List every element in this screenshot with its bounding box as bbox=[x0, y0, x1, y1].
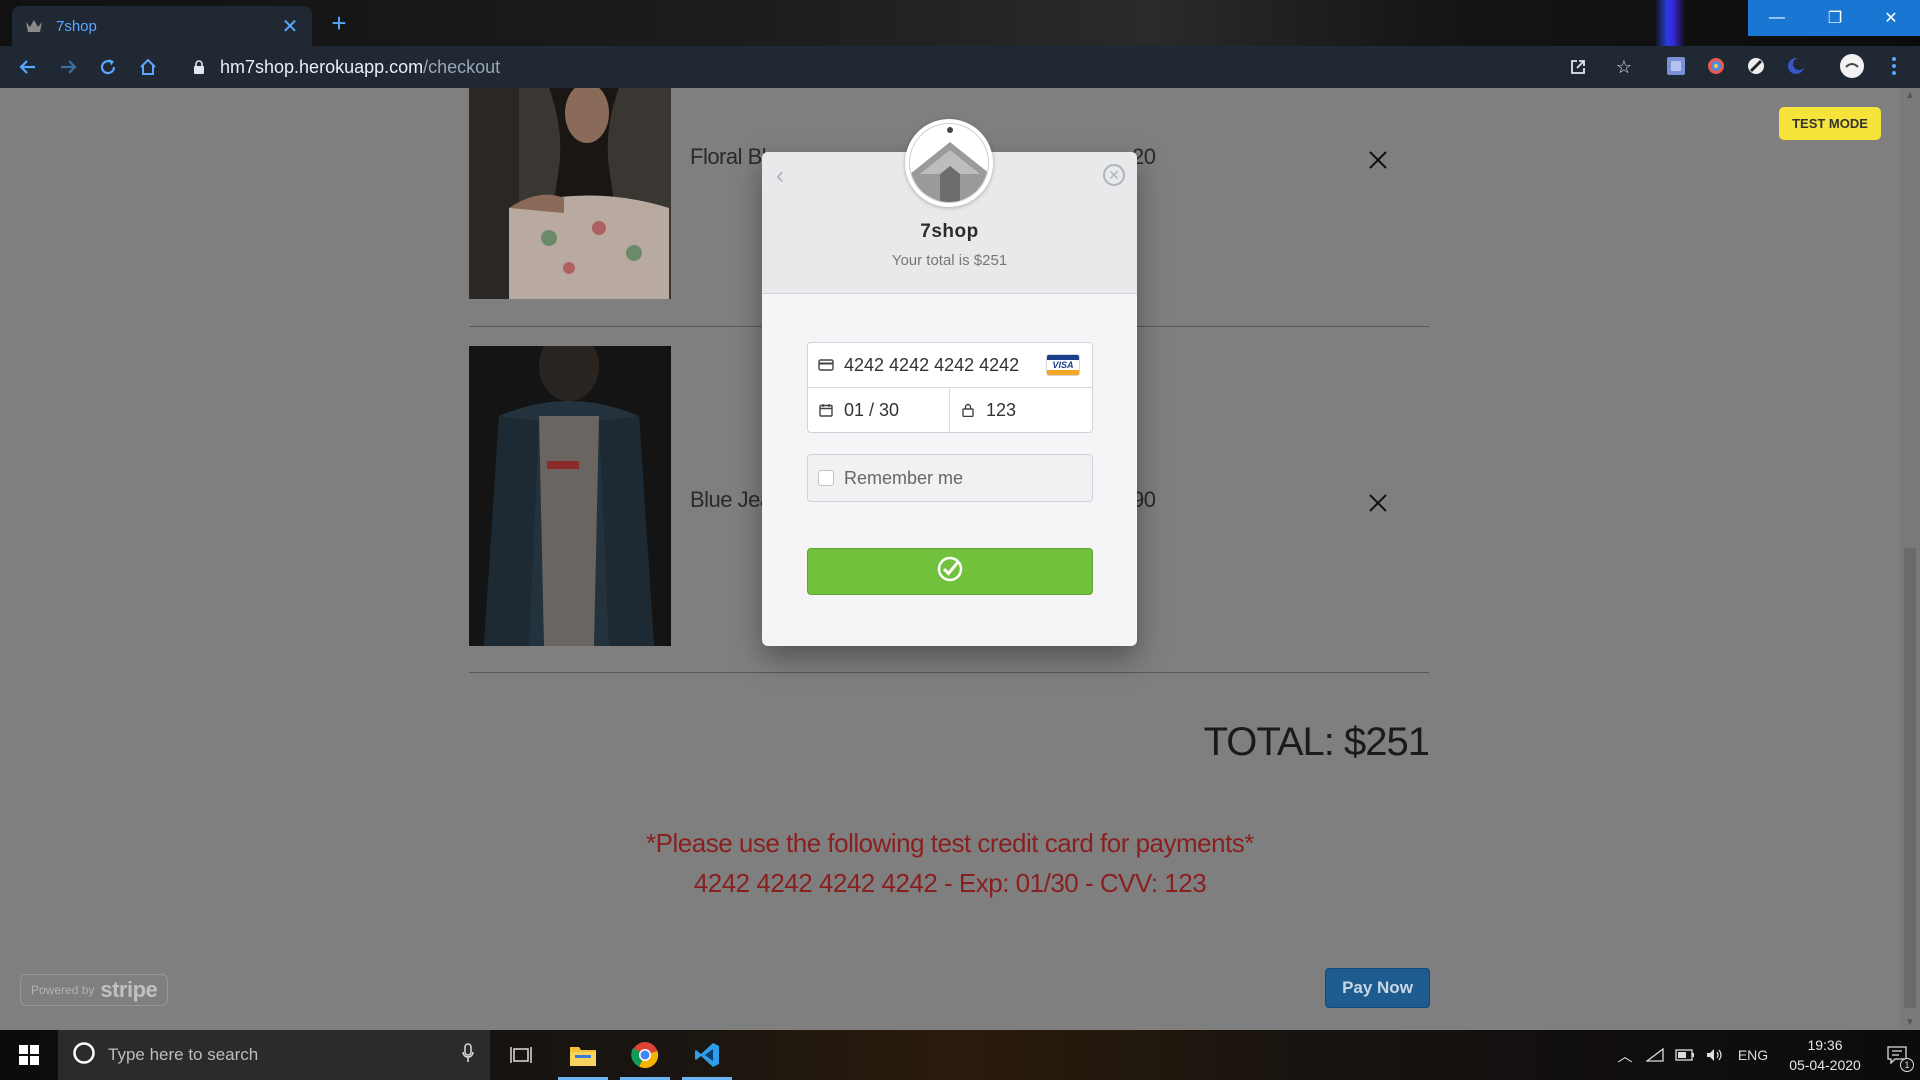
extension-colorful-icon[interactable] bbox=[1702, 52, 1730, 80]
browser-toolbar: hm7shop.herokuapp.com /checkout ☆ bbox=[0, 46, 1920, 88]
system-tray: ︿ ENG 19:36 05-04-2020 1 bbox=[1610, 1030, 1920, 1080]
taskbar-search-box[interactable]: Type here to search bbox=[58, 1030, 490, 1080]
browser-titlebar: 7shop ✕ + — ❐ ✕ bbox=[0, 0, 1920, 86]
windows-start-icon[interactable] bbox=[0, 1030, 58, 1080]
forward-arrow-icon[interactable] bbox=[48, 47, 88, 87]
close-window-button[interactable]: ✕ bbox=[1862, 0, 1920, 36]
cortana-circle-icon bbox=[72, 1041, 96, 1070]
back-chevron-icon[interactable]: ‹ bbox=[776, 162, 784, 190]
pay-now-button[interactable]: Pay Now bbox=[1325, 968, 1430, 1008]
browser-tab[interactable]: 7shop ✕ bbox=[12, 6, 312, 46]
windows-taskbar: Type here to search ︿ ENG 19:36 05-04-20… bbox=[0, 1030, 1920, 1080]
microphone-icon[interactable] bbox=[462, 1042, 474, 1068]
restore-button[interactable]: ❐ bbox=[1806, 0, 1864, 36]
test-mode-badge: TEST MODE bbox=[1779, 107, 1881, 140]
scroll-up-arrow-icon[interactable]: ▲ bbox=[1905, 90, 1915, 101]
lock-icon bbox=[192, 60, 206, 74]
extension-moon-icon[interactable] bbox=[1782, 52, 1810, 80]
submit-payment-button[interactable] bbox=[807, 548, 1093, 595]
address-bar[interactable]: hm7shop.herokuapp.com /checkout ☆ bbox=[176, 51, 1646, 83]
file-explorer-icon[interactable] bbox=[552, 1030, 614, 1080]
powered-by-stripe-badge[interactable]: Powered by stripe bbox=[20, 974, 168, 1006]
bookmark-star-icon[interactable]: ☆ bbox=[1612, 55, 1636, 79]
calendar-icon bbox=[818, 402, 834, 418]
remove-item-close-icon[interactable] bbox=[1364, 146, 1392, 174]
stripe-logo: stripe bbox=[100, 977, 158, 1002]
open-external-icon[interactable] bbox=[1566, 55, 1590, 79]
profile-avatar-icon[interactable] bbox=[1838, 52, 1866, 80]
crown-favicon-icon bbox=[24, 16, 44, 36]
total-summary: Your total is $251 bbox=[891, 252, 1008, 269]
stripe-checkout-modal: ‹ ✕ 7shop Your total is $251 4242 4242 4… bbox=[762, 119, 1137, 646]
lock-icon bbox=[960, 402, 976, 418]
expiry-field[interactable]: 01 / 30 bbox=[808, 388, 950, 432]
clock[interactable]: 19:36 05-04-2020 bbox=[1776, 1035, 1874, 1075]
browser-menu-icon[interactable] bbox=[1880, 52, 1908, 80]
remember-me-label: Remember me bbox=[844, 467, 964, 488]
reload-icon[interactable] bbox=[88, 47, 128, 87]
language-indicator[interactable]: ENG bbox=[1730, 1030, 1776, 1080]
item-divider bbox=[469, 672, 1429, 673]
notification-count-badge: 1 bbox=[1900, 1058, 1914, 1072]
visa-card-icon: VISA bbox=[1046, 354, 1080, 376]
url-host: hm7shop.herokuapp.com bbox=[220, 56, 424, 77]
card-number-field[interactable]: 4242 4242 4242 4242 VISA bbox=[808, 343, 1092, 388]
new-tab-button[interactable]: + bbox=[324, 8, 354, 38]
checkmark-icon bbox=[936, 555, 964, 588]
extension-purple-icon[interactable] bbox=[1662, 52, 1690, 80]
test-card-details: 4242 4242 4242 4242 - Exp: 01/30 - CVV: … bbox=[693, 868, 1207, 898]
task-view-icon[interactable] bbox=[490, 1030, 552, 1080]
search-placeholder: Type here to search bbox=[108, 1045, 259, 1064]
notifications-icon[interactable]: 1 bbox=[1874, 1030, 1920, 1080]
scrollbar-thumb[interactable] bbox=[1904, 548, 1916, 1008]
powered-by-label: Powered by bbox=[31, 983, 95, 997]
remember-me-option[interactable]: Remember me bbox=[807, 454, 1093, 502]
remove-item-close-icon[interactable] bbox=[1364, 489, 1392, 517]
clock-time: 19:36 bbox=[1807, 1037, 1843, 1053]
minimize-button[interactable]: — bbox=[1748, 0, 1806, 36]
product-image-floral-blouse bbox=[469, 88, 671, 299]
shop-name: 7shop bbox=[920, 221, 979, 242]
order-total: TOTAL: $251 bbox=[1203, 720, 1430, 764]
tab-title: 7shop bbox=[56, 17, 97, 35]
back-arrow-icon[interactable] bbox=[8, 47, 48, 87]
remember-me-checkbox[interactable] bbox=[818, 470, 834, 486]
vscode-icon[interactable] bbox=[676, 1030, 738, 1080]
cvc-value: 123 bbox=[986, 399, 1017, 420]
volume-icon[interactable] bbox=[1700, 1030, 1730, 1080]
show-hidden-icons-chevron-icon[interactable]: ︿ bbox=[1610, 1030, 1640, 1080]
url-path: /checkout bbox=[423, 56, 501, 77]
card-input-group: 4242 4242 4242 4242 VISA 01 / 30 123 bbox=[807, 342, 1093, 433]
page-scrollbar[interactable]: ▲ ▼ bbox=[1900, 88, 1920, 1030]
product-image-blue-jeans-jacket bbox=[469, 346, 671, 646]
tab-close-icon[interactable]: ✕ bbox=[280, 14, 300, 39]
test-card-note: *Please use the following test credit ca… bbox=[646, 828, 1254, 858]
credit-card-icon bbox=[818, 357, 834, 373]
extension-block-icon[interactable] bbox=[1742, 52, 1770, 80]
card-number-value: 4242 4242 4242 4242 bbox=[844, 354, 1020, 375]
shop-logo bbox=[905, 119, 993, 207]
home-icon[interactable] bbox=[128, 47, 168, 87]
scroll-down-arrow-icon[interactable]: ▼ bbox=[1905, 1017, 1915, 1028]
cvc-field[interactable]: 123 bbox=[950, 388, 1092, 432]
network-icon[interactable] bbox=[1640, 1030, 1670, 1080]
modal-close-icon[interactable]: ✕ bbox=[1103, 164, 1125, 186]
expiry-value: 01 / 30 bbox=[844, 399, 900, 420]
clock-date: 05-04-2020 bbox=[1789, 1057, 1861, 1073]
battery-icon[interactable] bbox=[1670, 1030, 1700, 1080]
chrome-icon[interactable] bbox=[614, 1030, 676, 1080]
